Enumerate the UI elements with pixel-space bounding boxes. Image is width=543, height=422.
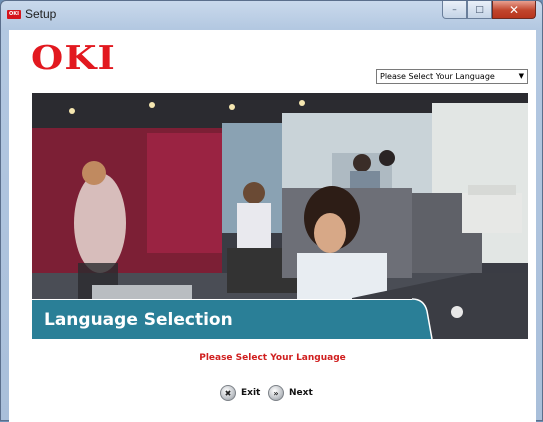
next-icon: »: [268, 385, 284, 401]
next-label: Next: [289, 388, 313, 398]
oki-logo: OKI: [31, 38, 116, 77]
office-photo-illustration: [32, 93, 528, 339]
banner-title: Language Selection: [44, 310, 233, 330]
exit-icon: ✖: [220, 385, 236, 401]
oki-app-icon: OKI: [7, 10, 21, 19]
exit-label: Exit: [241, 388, 261, 398]
setup-content: OKI Please Select Your Language ▼ Langua…: [9, 30, 536, 422]
office-photo: [32, 93, 528, 339]
next-button[interactable]: » Next: [268, 385, 313, 401]
exit-button[interactable]: ✖ Exit: [220, 385, 260, 401]
minimize-icon: –: [452, 4, 457, 15]
chevron-down-icon: ▼: [518, 72, 524, 80]
maximize-icon: □: [475, 4, 484, 15]
maximize-button[interactable]: □: [467, 1, 492, 19]
language-dropdown-value: Please Select Your Language: [380, 72, 495, 81]
setup-window: OKI Setup – □ ✕ OKI Please Select Your L…: [0, 0, 543, 422]
minimize-button[interactable]: –: [442, 1, 467, 19]
language-prompt: Please Select Your Language: [199, 353, 346, 363]
close-icon: ✕: [508, 2, 520, 17]
window-controls: – □ ✕: [442, 1, 536, 20]
language-dropdown[interactable]: Please Select Your Language ▼: [376, 69, 528, 84]
close-button[interactable]: ✕: [492, 1, 536, 19]
title-bar[interactable]: OKI Setup – □ ✕: [1, 1, 542, 29]
window-title: Setup: [25, 7, 57, 21]
